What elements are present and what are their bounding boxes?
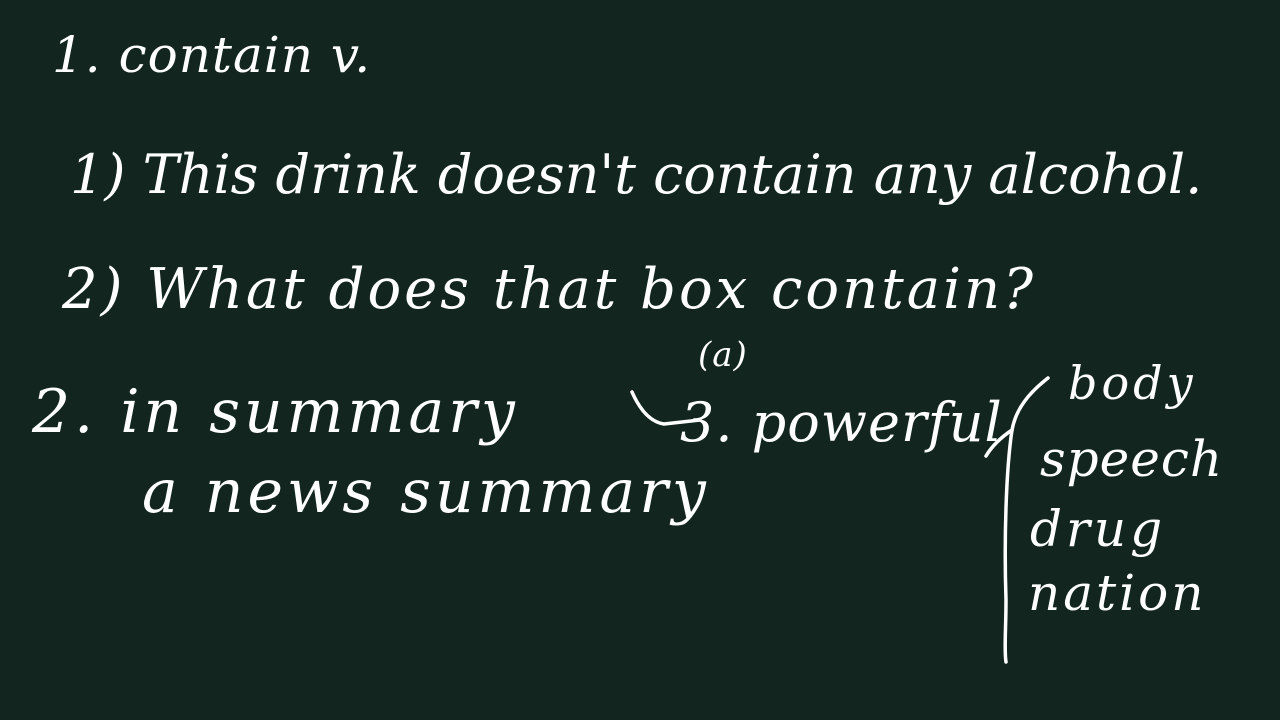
item1-heading: 1. contain v. bbox=[52, 26, 372, 84]
collocation-body: body bbox=[1068, 356, 1197, 410]
collocation-nation: nation bbox=[1028, 564, 1207, 622]
item3-pos-label: (a) bbox=[698, 335, 748, 375]
item2-heading: 2. in summary bbox=[32, 377, 519, 447]
item1-example2: 2) What does that box contain? bbox=[62, 257, 1037, 322]
chalkboard: 1. contain v. 1) This drink doesn't cont… bbox=[0, 0, 1280, 720]
item1-example1: 1) This drink doesn't contain any alcoho… bbox=[70, 143, 1203, 206]
collocation-speech: speech bbox=[1040, 430, 1224, 488]
item3-heading: 3. powerful bbox=[680, 391, 1003, 454]
collocation-drug: drug bbox=[1030, 500, 1167, 558]
item2-phrase: a news summary bbox=[142, 457, 710, 527]
